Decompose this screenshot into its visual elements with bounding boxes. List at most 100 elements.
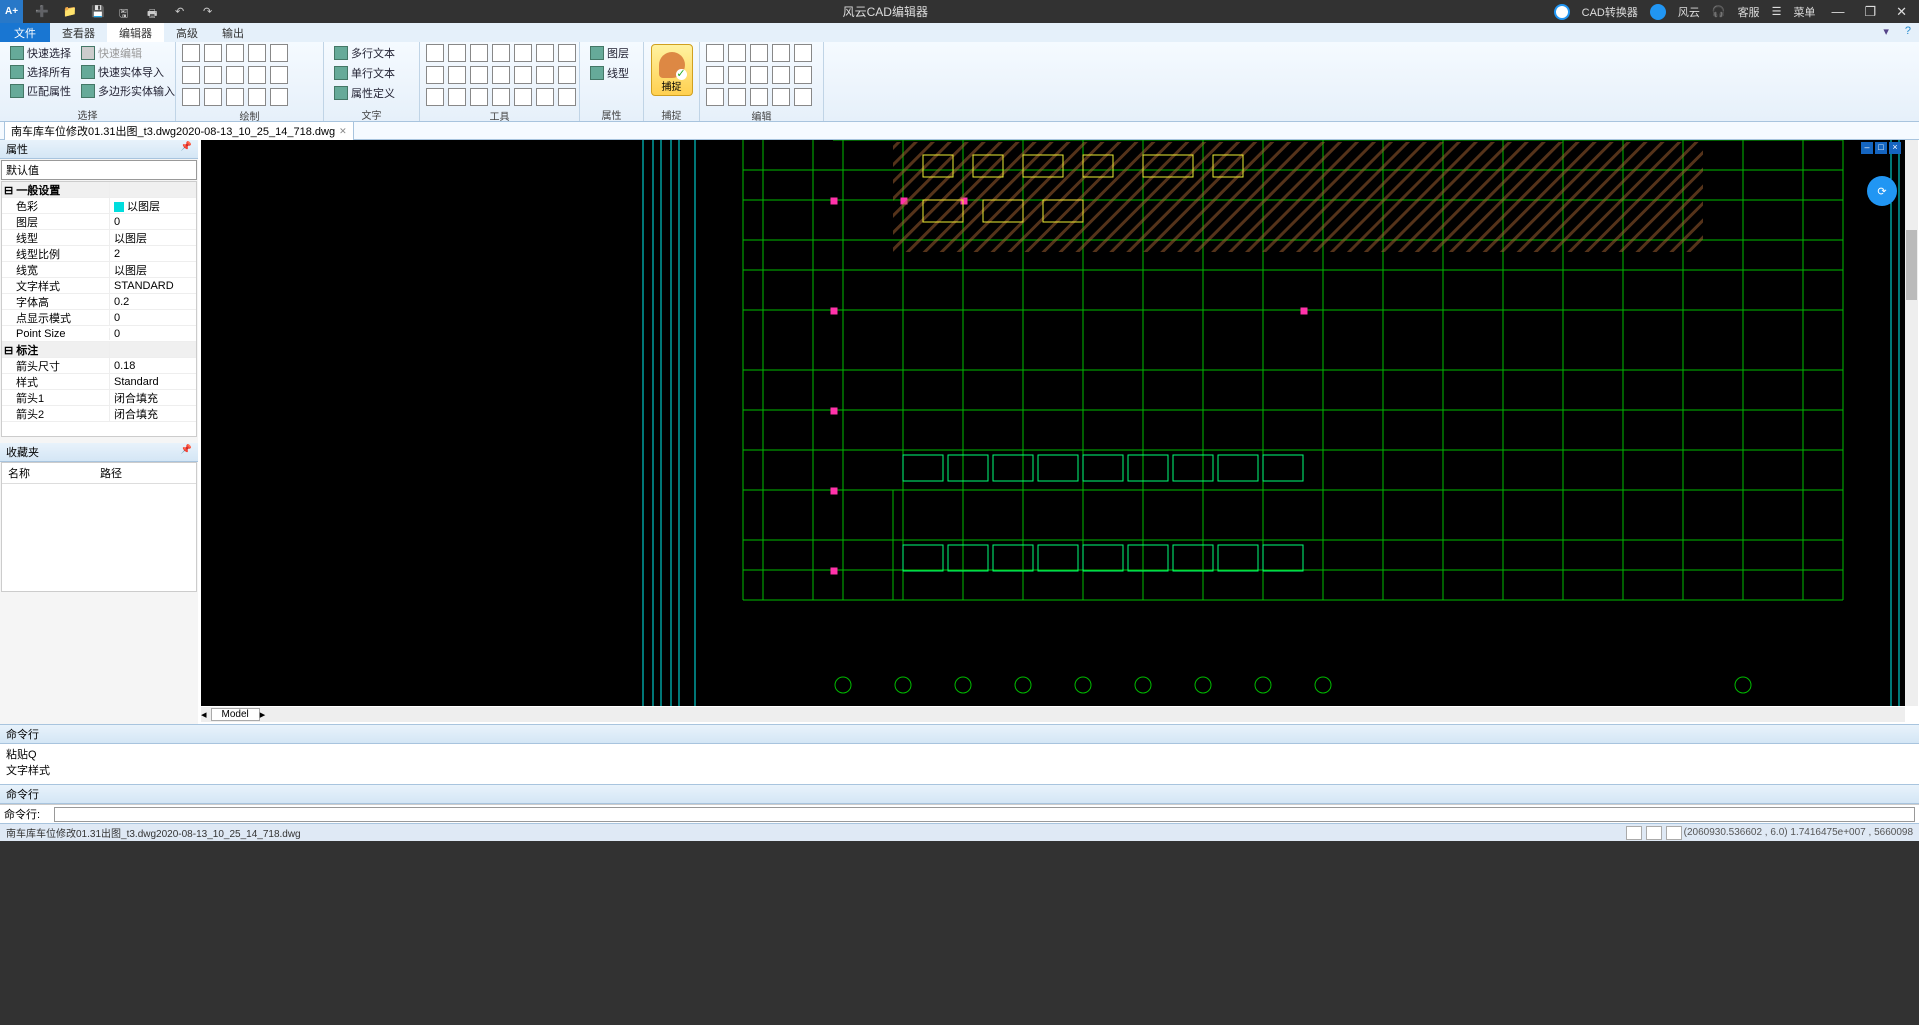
command-history[interactable]: 粘贴Q 文字样式	[0, 744, 1919, 784]
tool-icon[interactable]	[558, 88, 576, 106]
tool-icon[interactable]	[448, 88, 466, 106]
command-input[interactable]	[54, 807, 1915, 822]
circle-icon[interactable]	[182, 66, 200, 84]
status-toggle[interactable]	[1666, 826, 1682, 840]
edit-icon[interactable]	[794, 66, 812, 84]
favorites-list[interactable]: 名称路径	[1, 462, 197, 592]
property-list[interactable]: ⊟ 一般设置 色彩以图层图层0线型以图层线型比例2线宽以图层文字样式STANDA…	[1, 181, 197, 437]
pin-icon[interactable]: 📌	[181, 141, 192, 157]
tab-advanced[interactable]: 高级	[164, 23, 210, 42]
edit-icon[interactable]	[772, 88, 790, 106]
block-icon[interactable]	[226, 88, 244, 106]
ray-icon[interactable]	[270, 66, 288, 84]
tool-icon[interactable]	[536, 66, 554, 84]
property-row[interactable]: 箭头2闭合填充	[2, 406, 196, 422]
headset-icon[interactable]: 🎧	[1712, 5, 1726, 18]
status-toggle[interactable]	[1646, 826, 1662, 840]
arc-icon[interactable]	[226, 44, 244, 62]
edit-icon[interactable]	[750, 66, 768, 84]
tool-icon[interactable]	[492, 66, 510, 84]
curve-icon[interactable]	[226, 66, 244, 84]
tool-icon[interactable]	[470, 88, 488, 106]
spline-icon[interactable]	[248, 66, 266, 84]
horizontal-scrollbar[interactable]: ◂ Model ▸	[201, 707, 1905, 722]
property-row[interactable]: 点显示模式0	[2, 310, 196, 326]
property-row[interactable]: 文字样式STANDARD	[2, 278, 196, 294]
tool-icon[interactable]	[514, 44, 532, 62]
edit-icon[interactable]	[706, 44, 724, 62]
tool-icon[interactable]	[426, 44, 444, 62]
linetype-button[interactable]: 线型	[586, 64, 637, 82]
view-cube-icon[interactable]: ⟳	[1867, 176, 1897, 206]
edit-icon[interactable]	[750, 88, 768, 106]
tool-icon[interactable]	[514, 88, 532, 106]
tab-output[interactable]: 输出	[210, 23, 256, 42]
polygon-input-button[interactable]: 多边形实体输入	[77, 82, 179, 100]
save-icon[interactable]: 💾	[91, 5, 105, 19]
tab-nav-icon[interactable]: ▸	[260, 708, 266, 721]
model-tab[interactable]: Model	[211, 708, 260, 721]
select-all-button[interactable]: 选择所有	[6, 63, 75, 81]
drawing-canvas[interactable]	[201, 140, 1905, 706]
pin-icon[interactable]: 📌	[181, 444, 192, 460]
print-icon[interactable]: 🖶	[147, 5, 161, 19]
close-button[interactable]: ✕	[1892, 4, 1911, 20]
redo-icon[interactable]: ↷	[203, 5, 217, 19]
view-close-icon[interactable]: ×	[1889, 142, 1901, 154]
new-icon[interactable]: ➕	[35, 5, 49, 19]
quick-select-button[interactable]: 快速选择	[6, 44, 75, 62]
property-row[interactable]: Point Size0	[2, 326, 196, 342]
open-icon[interactable]: 📁	[63, 5, 77, 19]
tab-viewer[interactable]: 查看器	[50, 23, 107, 42]
menu-button[interactable]: 菜单	[1793, 4, 1815, 20]
edit-icon[interactable]	[728, 88, 746, 106]
point-icon[interactable]	[270, 44, 288, 62]
service-button[interactable]: 客服	[1738, 4, 1760, 20]
more-draw-icon[interactable]	[270, 88, 288, 106]
tool-icon[interactable]	[470, 44, 488, 62]
property-row[interactable]: 线宽以图层	[2, 262, 196, 278]
tool-icon[interactable]	[514, 66, 532, 84]
tool-icon[interactable]	[470, 66, 488, 84]
property-row[interactable]: 色彩以图层	[2, 198, 196, 214]
undo-icon[interactable]: ↶	[175, 5, 189, 19]
edit-icon[interactable]	[728, 66, 746, 84]
tool-icon[interactable]	[536, 88, 554, 106]
tool-icon[interactable]	[536, 44, 554, 62]
ribbon-minimize-icon[interactable]: ▾	[1875, 23, 1897, 42]
file-menu[interactable]: 文件	[0, 23, 50, 42]
vertical-scrollbar[interactable]	[1905, 140, 1918, 706]
match-props-button[interactable]: 匹配属性	[6, 82, 75, 100]
help-icon[interactable]: ?	[1897, 23, 1919, 42]
view-min-icon[interactable]: –	[1861, 142, 1873, 154]
brand-icon[interactable]	[1650, 4, 1666, 20]
rect-icon[interactable]	[204, 44, 222, 62]
minimize-button[interactable]: —	[1827, 4, 1848, 19]
edit-icon[interactable]	[706, 66, 724, 84]
tab-editor[interactable]: 编辑器	[107, 23, 164, 42]
hatch-icon[interactable]	[182, 88, 200, 106]
quick-edit-button[interactable]: 快速编辑	[77, 44, 179, 62]
tool-icon[interactable]	[492, 44, 510, 62]
text-button[interactable]: 单行文本	[330, 64, 413, 82]
tool-icon[interactable]	[492, 88, 510, 106]
edit-icon[interactable]	[750, 44, 768, 62]
tool-icon[interactable]	[558, 66, 576, 84]
attdef-button[interactable]: 属性定义	[330, 84, 413, 102]
edit-icon[interactable]	[772, 44, 790, 62]
table-icon[interactable]	[248, 88, 266, 106]
polyline-icon[interactable]	[248, 44, 266, 62]
entity-import-button[interactable]: 快速实体导入	[77, 63, 179, 81]
property-row[interactable]: 线型比例2	[2, 246, 196, 262]
property-row[interactable]: 箭头尺寸0.18	[2, 358, 196, 374]
tool-icon[interactable]	[448, 44, 466, 62]
saveas-icon[interactable]: 🖫	[119, 5, 133, 19]
edit-icon[interactable]	[772, 66, 790, 84]
document-tab[interactable]: 南车库车位修改01.31出图_t3.dwg2020-08-13_10_25_14…	[4, 121, 354, 140]
tool-icon[interactable]	[426, 66, 444, 84]
edit-icon[interactable]	[794, 88, 812, 106]
default-value-select[interactable]: 默认值	[1, 160, 197, 180]
convert-icon[interactable]	[1554, 4, 1570, 20]
property-row[interactable]: 样式Standard	[2, 374, 196, 390]
property-row[interactable]: 图层0	[2, 214, 196, 230]
